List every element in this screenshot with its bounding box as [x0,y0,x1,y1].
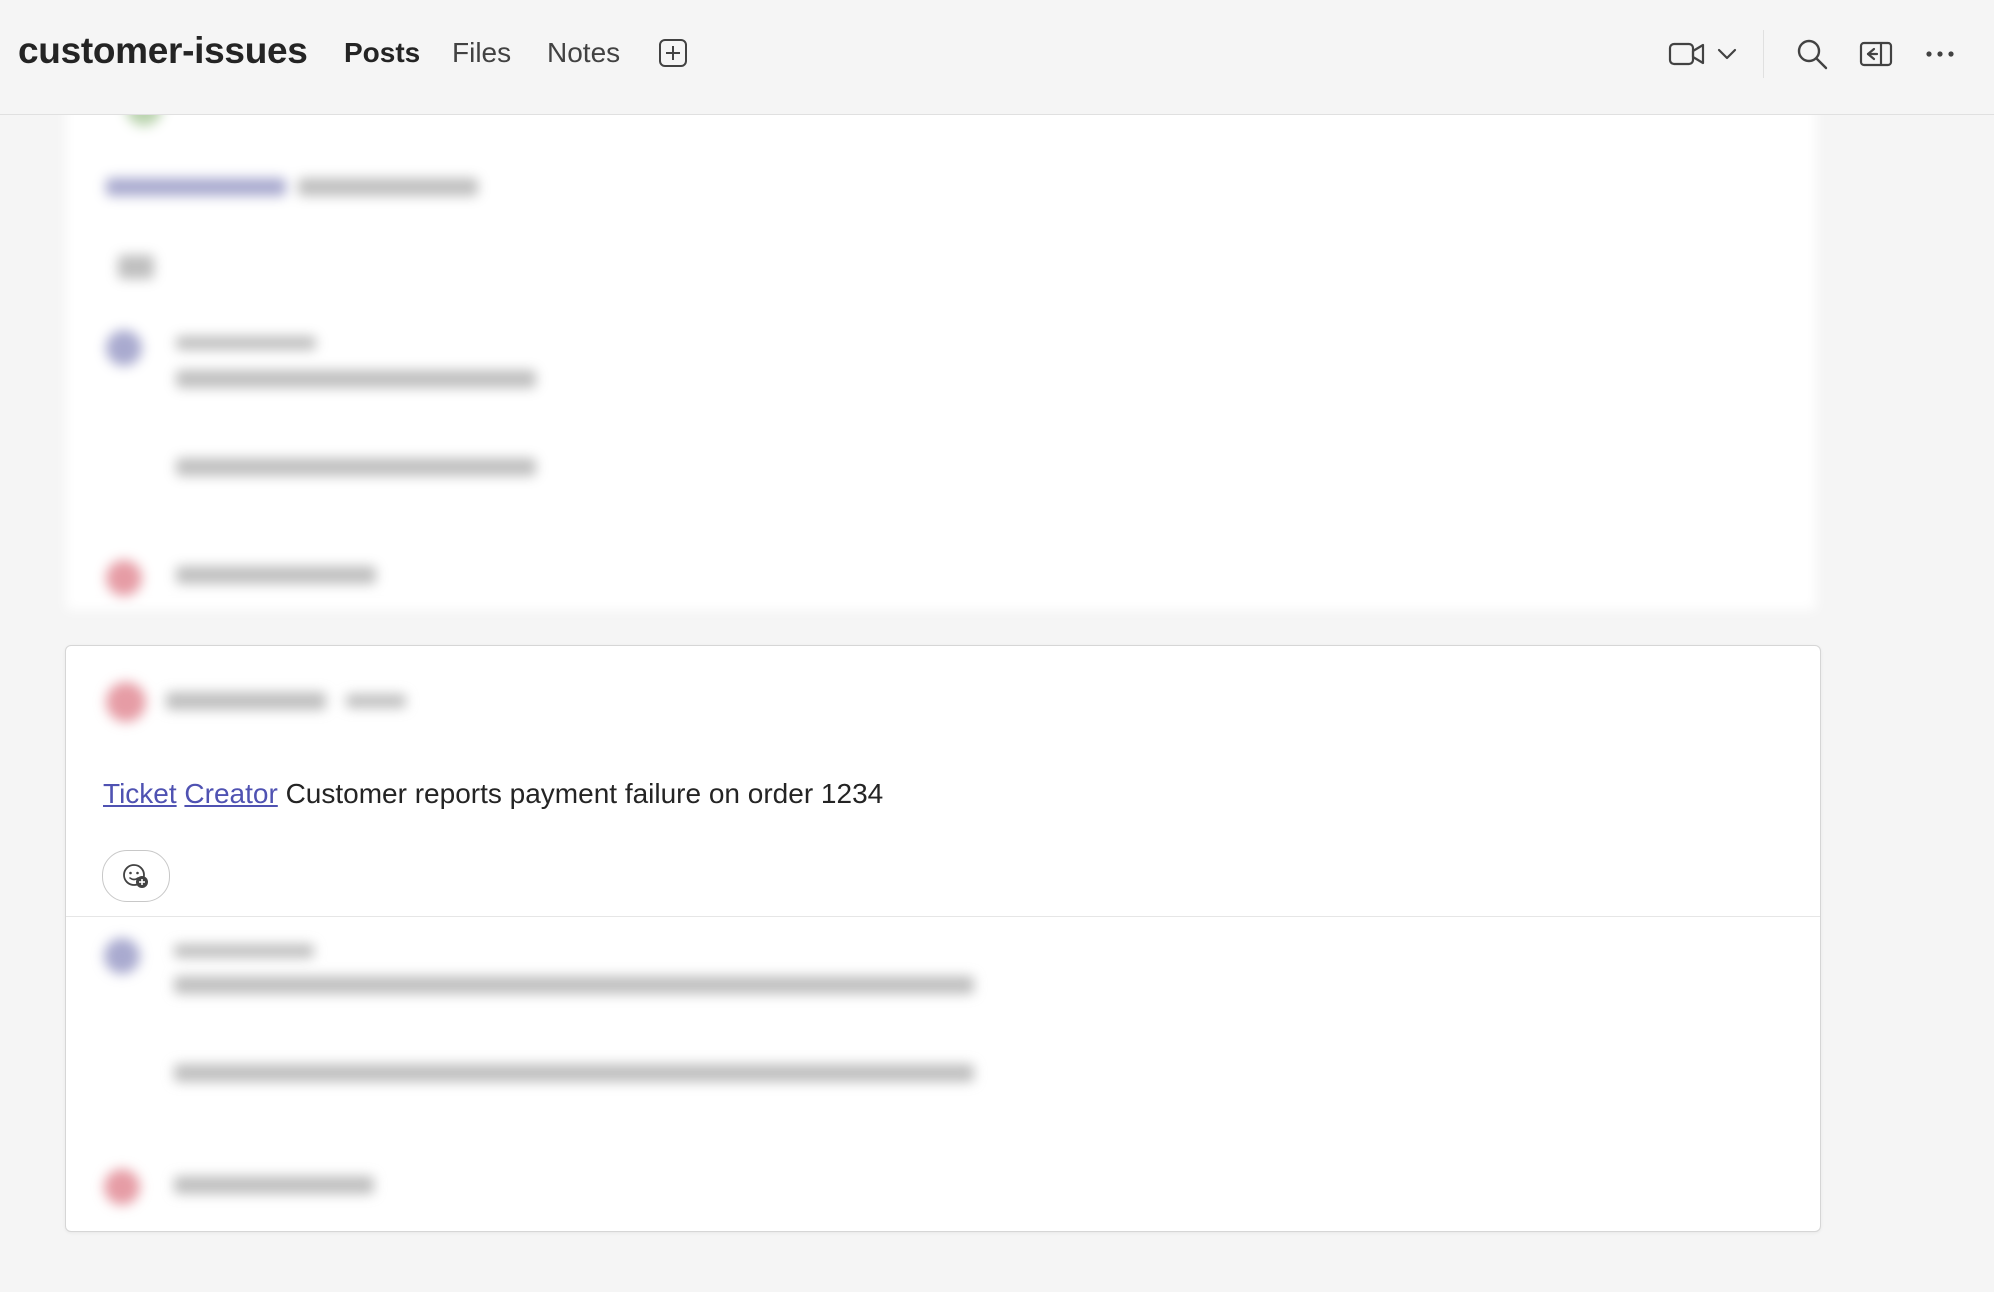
blurred-author-row [66,666,666,736]
channel-header: customer-issues Posts Files Notes [0,0,1994,115]
tab-posts[interactable]: Posts [344,37,420,69]
chevron-down-icon[interactable] [1716,44,1738,64]
blurred-reaction [118,255,154,279]
blurred-text [174,1064,974,1082]
blurred-text [176,370,536,388]
blurred-avatar [104,1169,140,1205]
channel-title: customer-issues [18,30,308,71]
mention-creator[interactable]: Creator [184,778,277,809]
blurred-avatar [106,682,146,722]
tab-files[interactable]: Files [452,37,511,69]
add-reaction-button[interactable] [102,850,170,902]
post-message: Ticket Creator Customer reports payment … [103,778,883,810]
blurred-text [176,458,536,476]
blurred-text [346,694,406,708]
blurred-replies [66,924,1820,1231]
blurred-post-card [66,90,1816,610]
post-divider [66,916,1820,917]
video-icon[interactable] [1668,38,1706,70]
blurred-text [298,178,478,196]
blurred-text [166,692,326,710]
blurred-avatar [106,560,142,596]
more-icon[interactable] [1922,36,1958,72]
mention-ticket[interactable]: Ticket [103,778,177,809]
panel-icon[interactable] [1858,36,1894,72]
blurred-text [174,1176,374,1194]
add-reaction-icon [123,864,148,888]
blurred-text [176,336,316,350]
header-divider [1763,30,1764,78]
blurred-avatar [106,330,142,366]
blurred-text [174,944,314,958]
blurred-previous-posts [0,90,1994,620]
focused-post: Ticket Creator Customer reports payment … [65,645,1821,1232]
tab-notes[interactable]: Notes [547,37,620,69]
add-tab-icon[interactable] [658,38,688,68]
blurred-text [174,976,974,994]
blurred-mention [106,178,286,196]
blurred-avatar [104,938,140,974]
search-icon[interactable] [1794,36,1830,72]
message-text: Customer reports payment failure on orde… [285,778,884,809]
blurred-text [176,566,376,584]
